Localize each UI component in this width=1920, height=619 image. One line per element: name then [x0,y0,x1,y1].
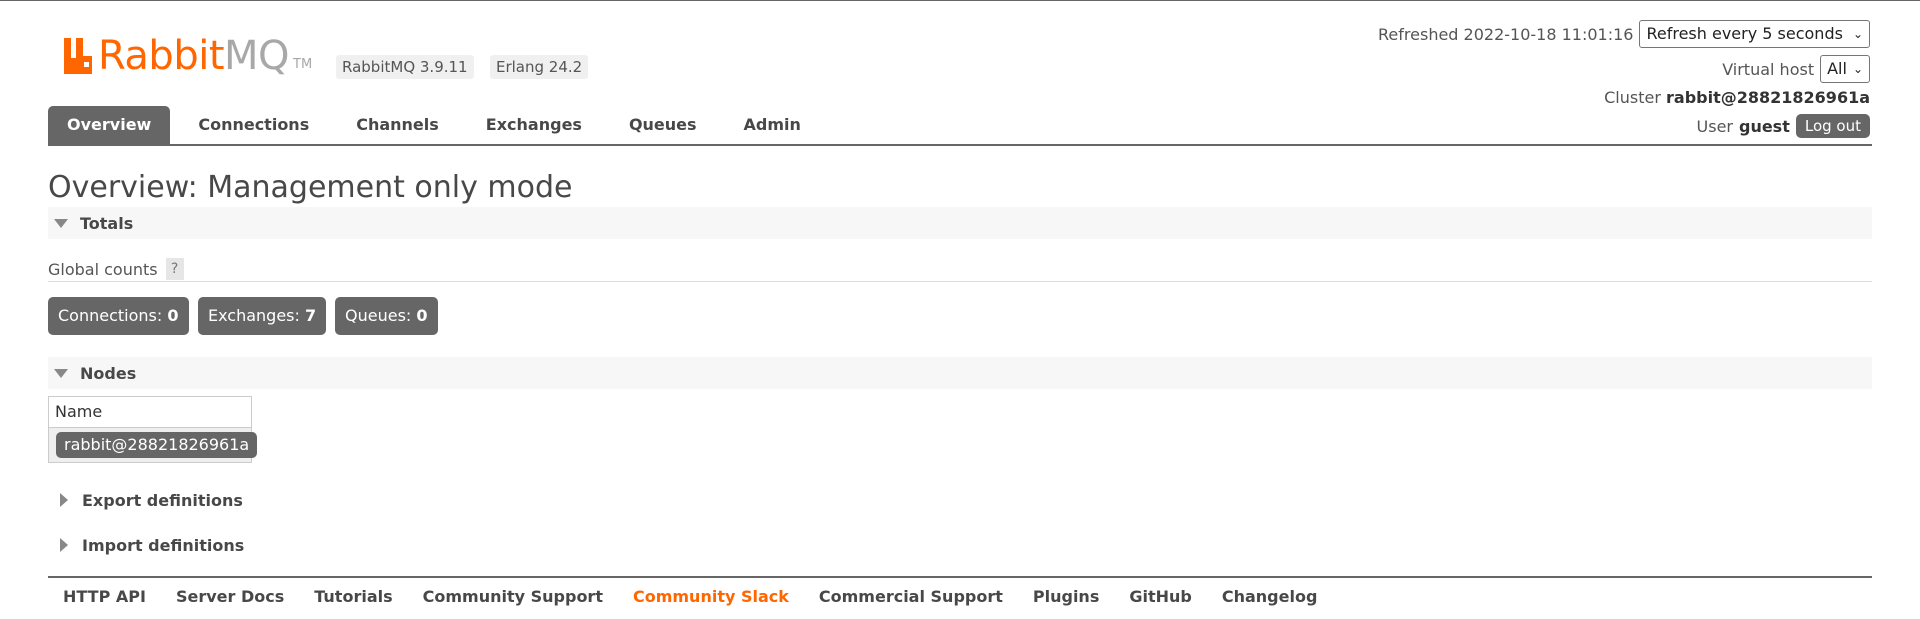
page-title: Overview: Management only mode [48,170,573,205]
footer-link-server-docs[interactable]: Server Docs [161,585,299,609]
triangle-down-icon [54,218,68,228]
footer-link-community-slack[interactable]: Community Slack [618,585,804,609]
footer-link-community-support[interactable]: Community Support [408,585,618,609]
chevron-down-icon: ⌄ [1852,62,1863,76]
queues-count-label: Queues: [345,306,412,325]
logo-trademark: TM [293,57,313,72]
cluster-row: Cluster rabbit@28821826961a [1604,88,1870,107]
global-counts-label: Global counts [48,259,158,279]
refresh-row: Refreshed 2022-10-18 11:01:16 Refresh ev… [1378,20,1870,48]
import-definitions-header[interactable]: Import definitions [48,530,244,560]
nodes-section-header[interactable]: Nodes [48,357,1872,389]
connections-count-value: 0 [167,306,179,325]
nav-divider [48,144,1872,146]
footer-divider [48,576,1872,578]
node-link[interactable]: rabbit@28821826961a [56,432,258,458]
refreshed-timestamp: Refreshed 2022-10-18 11:01:16 [1378,24,1634,44]
vhost-value: All [1827,59,1847,78]
triangle-right-icon [60,538,68,552]
exchanges-count-value: 7 [305,306,317,325]
connections-count-button[interactable]: Connections: 0 [48,297,189,335]
help-icon[interactable]: ? [165,258,184,280]
global-counts-divider [48,281,1872,282]
nodes-column-name: Name [48,396,252,428]
vhost-label: Virtual host [1722,59,1815,79]
footer-links: HTTP API Server Docs Tutorials Community… [48,585,1332,609]
logout-button[interactable]: Log out [1795,114,1870,138]
rabbitmq-logo-icon [64,38,92,74]
export-definitions-heading: Export definitions [82,490,243,510]
footer-link-plugins[interactable]: Plugins [1018,585,1114,609]
nodes-table: Name rabbit@28821826961a [48,396,258,463]
rabbitmq-logo[interactable]: RabbitMQ TM [62,30,312,76]
queues-count-value: 0 [416,306,428,325]
footer-link-commercial-support[interactable]: Commercial Support [804,585,1018,609]
footer-link-http-api[interactable]: HTTP API [48,585,161,609]
page: RabbitMQ TM RabbitMQ 3.9.11 Erlang 24.2 … [0,0,1920,619]
global-counts: Global counts ? [48,258,184,280]
tab-overview[interactable]: Overview [48,106,171,144]
tab-channels[interactable]: Channels [328,106,458,144]
vhost-row: Virtual host All ⌄ [1722,55,1870,83]
import-definitions-heading: Import definitions [82,535,245,555]
logo-word-mq: MQ [224,33,290,79]
export-definitions-header[interactable]: Export definitions [48,485,243,515]
tab-queues[interactable]: Queues [601,106,716,144]
tab-exchanges[interactable]: Exchanges [458,106,601,144]
chevron-down-icon: ⌄ [1852,27,1863,41]
footer-link-changelog[interactable]: Changelog [1207,585,1333,609]
logo-wordmark: RabbitMQ [98,33,290,79]
totals-heading: Totals [80,213,134,233]
queues-count-button[interactable]: Queues: 0 [335,297,438,335]
triangle-down-icon [54,368,68,378]
connections-count-label: Connections: [58,306,163,325]
triangle-right-icon [60,493,68,507]
tab-connections[interactable]: Connections [170,106,328,144]
main-nav: Overview Connections Channels Exchanges … [48,106,820,144]
logo-word-rabbit: Rabbit [98,33,225,79]
footer-link-tutorials[interactable]: Tutorials [299,585,407,609]
nodes-heading: Nodes [80,363,137,383]
table-row: rabbit@28821826961a [48,428,258,463]
footer-link-github[interactable]: GitHub [1114,585,1207,609]
exchanges-count-label: Exchanges: [208,306,300,325]
cluster-name: rabbit@28821826961a [1666,88,1870,107]
erlang-version-badge: Erlang 24.2 [490,55,589,79]
cluster-label: Cluster [1604,88,1661,107]
tab-admin[interactable]: Admin [716,106,820,144]
exchanges-count-button[interactable]: Exchanges: 7 [198,297,327,335]
refresh-interval-select[interactable]: Refresh every 5 seconds ⌄ [1639,20,1870,48]
refresh-interval-value: Refresh every 5 seconds [1646,24,1843,43]
user-row: User guest Log out [1697,114,1870,138]
user-name: guest [1738,116,1790,136]
top-border [0,0,1920,1]
rabbitmq-version-badge: RabbitMQ 3.9.11 [336,55,474,79]
user-label: User [1696,116,1733,136]
totals-section-header[interactable]: Totals [48,207,1872,239]
vhost-select[interactable]: All ⌄ [1820,55,1870,83]
